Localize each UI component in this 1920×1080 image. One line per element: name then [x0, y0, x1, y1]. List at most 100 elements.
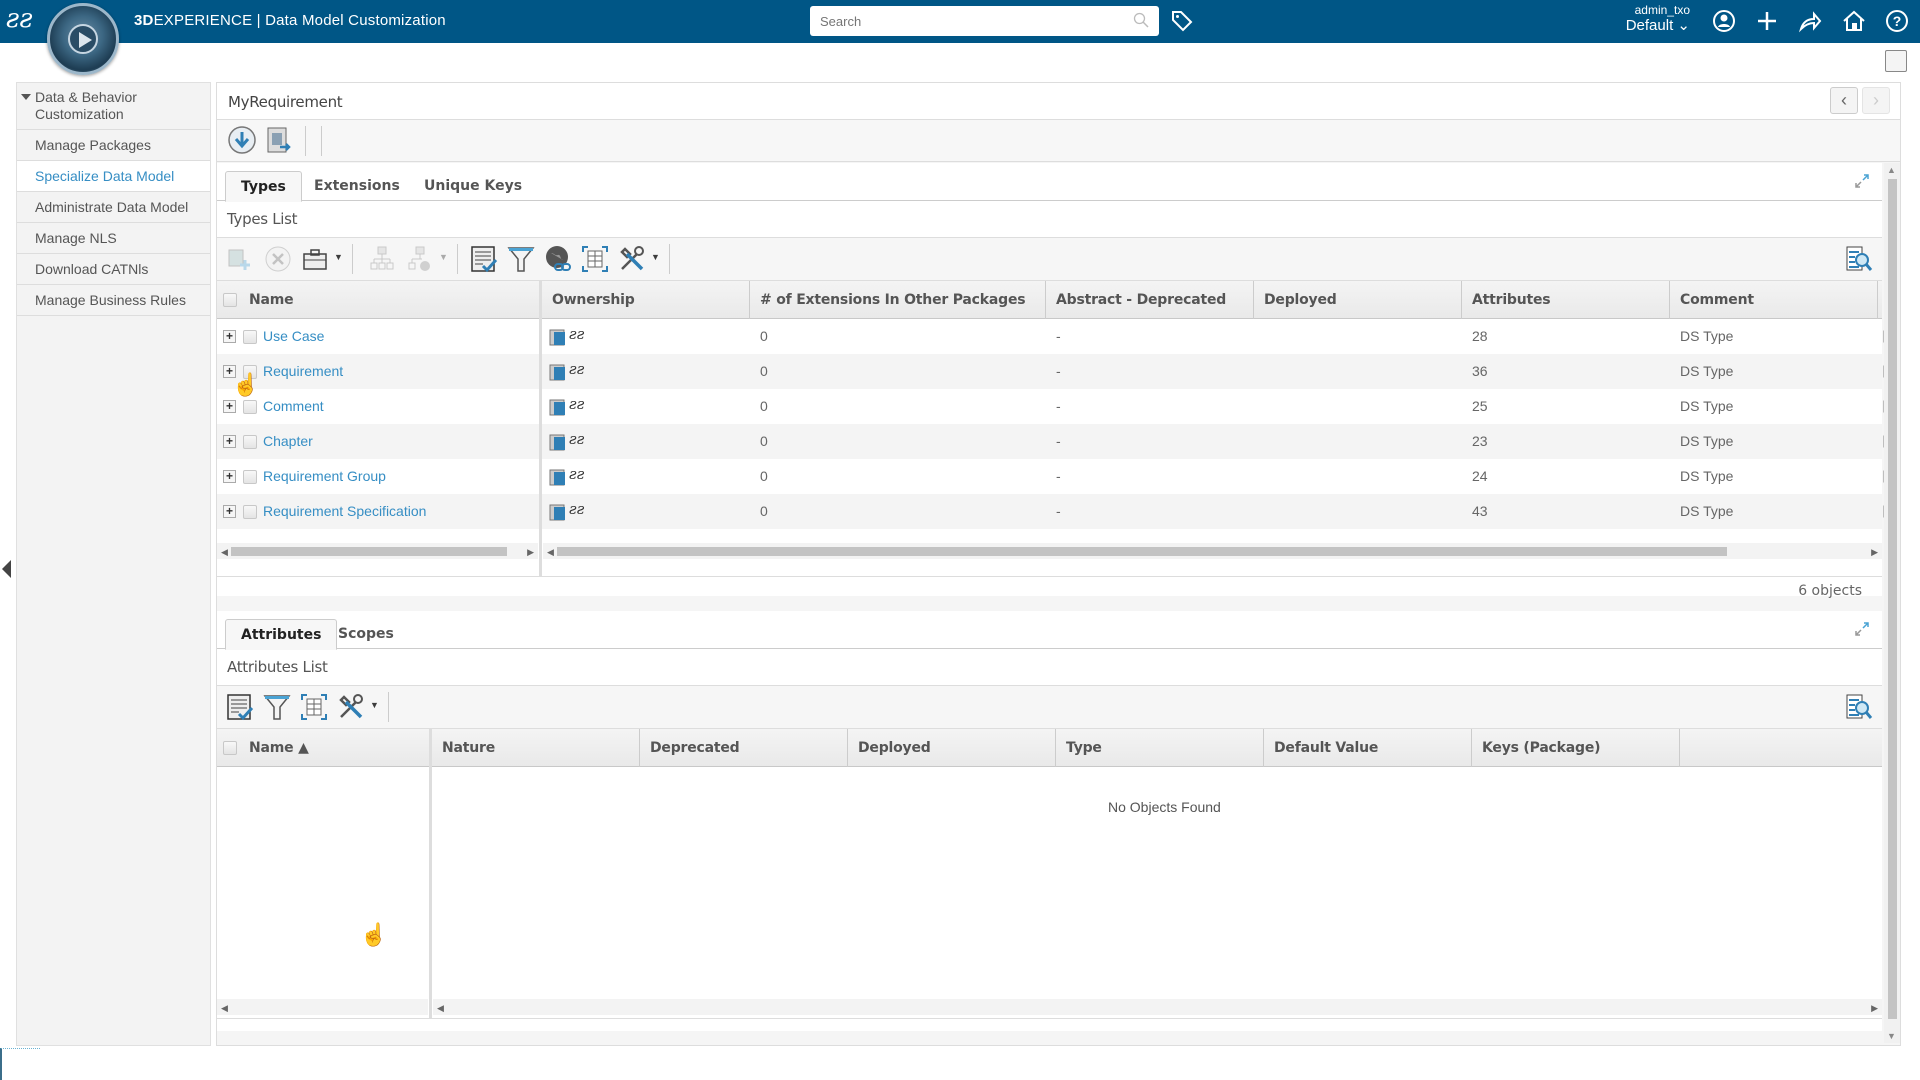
table-fit-icon[interactable] [299, 692, 329, 722]
col-type[interactable]: Type [1056, 729, 1264, 767]
scroll-left-icon[interactable]: ◀ [221, 1003, 228, 1014]
type-name-link[interactable]: Use Case [253, 319, 324, 354]
sidebar-section-header[interactable]: Data & Behavior Customization [17, 83, 210, 130]
sidebar-item-manage-business-rules[interactable]: Manage Business Rules [17, 285, 210, 316]
expand-row-icon[interactable]: + [223, 400, 236, 413]
table-row[interactable]: + Comment ƨƨ 0 - 25 DS Type [217, 389, 1898, 424]
main-vertical-scrollbar[interactable]: ▲ ▼ [1884, 163, 1900, 1043]
download-icon[interactable] [227, 125, 257, 155]
search-box[interactable] [810, 6, 1159, 36]
col-name[interactable]: Name [239, 281, 539, 319]
col-keys-package[interactable]: Keys (Package) [1472, 729, 1680, 767]
globe-link-icon[interactable] [543, 244, 573, 274]
collapse-sidebar-icon[interactable] [2, 560, 11, 578]
col-attributes[interactable]: Attributes [1462, 281, 1670, 319]
left-horizontal-scrollbar[interactable]: ◀ [217, 999, 428, 1015]
compass-icon[interactable] [47, 3, 119, 75]
table-row[interactable]: + Chapter ƨƨ 0 - 23 DS Type [217, 424, 1898, 459]
table-row[interactable]: + Requirement Specification ƨƨ 0 - 43 DS Type [217, 494, 1898, 529]
type-name-link[interactable]: Requirement [253, 354, 343, 389]
search-table-icon[interactable] [1844, 244, 1874, 274]
scroll-right-icon[interactable]: ▶ [1871, 547, 1878, 558]
filter-icon[interactable] [506, 244, 536, 274]
toolbox-icon[interactable] [301, 244, 331, 274]
hierarchy-icon[interactable] [367, 244, 397, 274]
scroll-up-icon[interactable]: ▲ [1887, 165, 1896, 175]
user-icon[interactable] [1711, 8, 1737, 34]
sidebar-item-manage-packages[interactable]: Manage Packages [17, 130, 210, 161]
plus-icon[interactable] [1754, 8, 1780, 34]
sidebar-item-manage-nls[interactable]: Manage NLS [17, 223, 210, 254]
expand-row-icon[interactable]: + [223, 505, 236, 518]
table-fit-icon[interactable] [580, 244, 610, 274]
search-table-icon[interactable] [1844, 692, 1874, 722]
right-horizontal-scrollbar[interactable]: ◀ ▶ [433, 999, 1882, 1015]
scroll-left-icon[interactable]: ◀ [221, 547, 228, 558]
tab-extensions[interactable]: Extensions [299, 171, 415, 202]
tab-scopes[interactable]: Scopes [323, 619, 409, 650]
hierarchy-dropdown-icon[interactable]: ▼ [439, 252, 448, 262]
type-name-link[interactable]: Comment [253, 389, 324, 424]
frozen-column-divider[interactable] [429, 729, 432, 1019]
edit-table-icon[interactable] [225, 692, 255, 722]
col-comment[interactable]: Comment [1670, 281, 1878, 319]
right-horizontal-scrollbar[interactable]: ◀ ▶ [543, 543, 1882, 559]
share-icon[interactable] [1797, 8, 1823, 34]
expand-row-icon[interactable]: + [223, 470, 236, 483]
col-deployed[interactable]: Deployed [848, 729, 1056, 767]
table-row[interactable]: + Use Case ƨƨ 0 - 28 DS Type [217, 319, 1898, 354]
maximize-icon[interactable] [1854, 173, 1870, 189]
col-extensions[interactable]: # of Extensions In Other Packages [750, 281, 1046, 319]
home-icon[interactable] [1841, 8, 1867, 34]
table-row[interactable]: + Requirement Group ƨƨ 0 - 24 DS Type [217, 459, 1898, 494]
type-name-link[interactable]: Chapter [253, 424, 313, 459]
scroll-down-icon[interactable]: ▼ [1887, 1031, 1896, 1041]
type-name-link[interactable]: Requirement Specification [253, 494, 426, 529]
user-menu[interactable]: admin_txo Default ⌄ [1600, 3, 1690, 35]
tools-dropdown-icon[interactable]: ▼ [651, 252, 660, 262]
previous-button[interactable]: ‹ [1830, 87, 1858, 114]
filter-icon[interactable] [262, 692, 292, 722]
tools-dropdown-icon[interactable]: ▼ [370, 700, 379, 710]
type-name-link[interactable]: Requirement Group [253, 459, 386, 494]
col-ownership[interactable]: Ownership [542, 281, 750, 319]
sidebar-item-download-catnls[interactable]: Download CATNls [17, 254, 210, 285]
search-input[interactable] [810, 6, 1110, 36]
scroll-right-icon[interactable]: ▶ [527, 547, 534, 558]
pin-icon[interactable] [1885, 50, 1907, 72]
left-horizontal-scrollbar[interactable]: ◀ ▶ [217, 543, 538, 559]
delete-icon[interactable] [263, 244, 293, 274]
table-row[interactable]: + Requirement ƨƨ 0-36 DS Type [217, 354, 1898, 389]
col-abstract-deprecated[interactable]: Abstract - Deprecated [1046, 281, 1254, 319]
search-icon[interactable] [1133, 12, 1149, 28]
tab-unique-keys[interactable]: Unique Keys [409, 171, 537, 202]
tools-icon[interactable] [617, 244, 647, 274]
frozen-column-divider[interactable] [539, 281, 542, 577]
sidebar-item-administrate-data-model[interactable]: Administrate Data Model [17, 192, 210, 223]
col-default-value[interactable]: Default Value [1264, 729, 1472, 767]
hierarchy-settings-icon[interactable] [405, 244, 435, 274]
select-all-checkbox[interactable] [223, 293, 237, 307]
col-deployed[interactable]: Deployed [1254, 281, 1462, 319]
scroll-right-icon[interactable]: ▶ [1871, 1003, 1878, 1014]
tools-icon[interactable] [336, 692, 366, 722]
col-nature[interactable]: Nature [432, 729, 640, 767]
export-report-icon[interactable] [264, 125, 294, 155]
tab-attributes[interactable]: Attributes [225, 619, 338, 650]
tag-icon[interactable] [1170, 9, 1194, 33]
col-name-sorted[interactable]: Name ▲ [239, 729, 429, 767]
toolbox-dropdown-icon[interactable]: ▼ [334, 252, 343, 262]
select-all-checkbox[interactable] [223, 741, 237, 755]
expand-row-icon[interactable]: + [223, 435, 236, 448]
help-icon[interactable]: ? [1884, 8, 1910, 34]
next-button[interactable]: › [1862, 87, 1890, 114]
expand-row-icon[interactable]: + [223, 330, 236, 343]
tab-types[interactable]: Types [225, 171, 302, 202]
col-deprecated[interactable]: Deprecated [640, 729, 848, 767]
scroll-left-icon[interactable]: ◀ [437, 1003, 444, 1014]
scroll-left-icon[interactable]: ◀ [547, 547, 554, 558]
maximize-icon[interactable] [1854, 621, 1870, 637]
edit-table-icon[interactable] [469, 244, 499, 274]
add-type-icon[interactable] [225, 244, 255, 274]
sidebar-item-specialize-data-model[interactable]: Specialize Data Model [17, 161, 210, 192]
